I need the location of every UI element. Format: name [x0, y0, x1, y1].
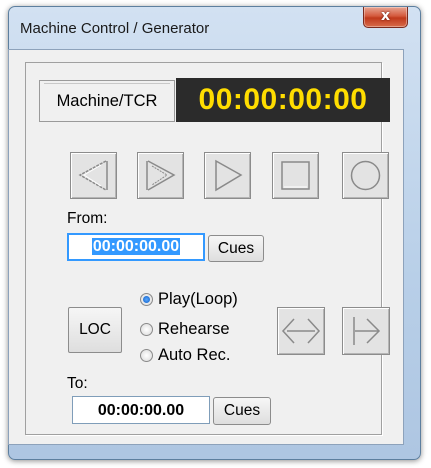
- radio-play-loop[interactable]: [140, 293, 153, 306]
- timecode-display: 00:00:00:00: [176, 78, 390, 122]
- record-button[interactable]: [342, 152, 389, 199]
- from-time-value: 00:00:00.00: [91, 238, 181, 255]
- machine-tcr-label: Machine/TCR: [39, 80, 175, 122]
- fast-forward-button[interactable]: [137, 152, 184, 199]
- to-time-input[interactable]: 00:00:00.00: [72, 396, 210, 424]
- go-to-end-icon: [353, 317, 381, 345]
- to-label: To:: [67, 375, 88, 392]
- radio-rehearse[interactable]: [140, 323, 153, 336]
- rehearse-label: Rehearse: [158, 320, 230, 338]
- from-time-input[interactable]: 00:00:00.00: [67, 233, 205, 261]
- play-icon: [215, 159, 243, 192]
- close-icon: x: [380, 8, 391, 24]
- loop-range-button[interactable]: [277, 307, 325, 355]
- record-icon: [350, 160, 381, 191]
- loop-range-icon: [281, 318, 321, 344]
- close-button[interactable]: x: [363, 7, 408, 28]
- to-cues-button[interactable]: Cues: [213, 397, 271, 425]
- from-label: From:: [67, 210, 108, 227]
- from-cues-button[interactable]: Cues: [208, 235, 264, 262]
- fast-forward-icon: [146, 160, 176, 191]
- go-to-end-button[interactable]: [342, 307, 390, 355]
- auto-rec-label: Auto Rec.: [158, 346, 231, 364]
- radio-auto-rec[interactable]: [140, 349, 153, 362]
- play-loop-label: Play(Loop): [158, 290, 238, 308]
- play-button[interactable]: [204, 152, 251, 199]
- rewind-icon: [78, 160, 108, 191]
- window-title: Machine Control / Generator: [20, 20, 210, 37]
- stop-button[interactable]: [272, 152, 319, 199]
- rewind-button[interactable]: [70, 152, 117, 199]
- stop-icon: [281, 161, 310, 190]
- locate-button[interactable]: LOC: [68, 307, 122, 353]
